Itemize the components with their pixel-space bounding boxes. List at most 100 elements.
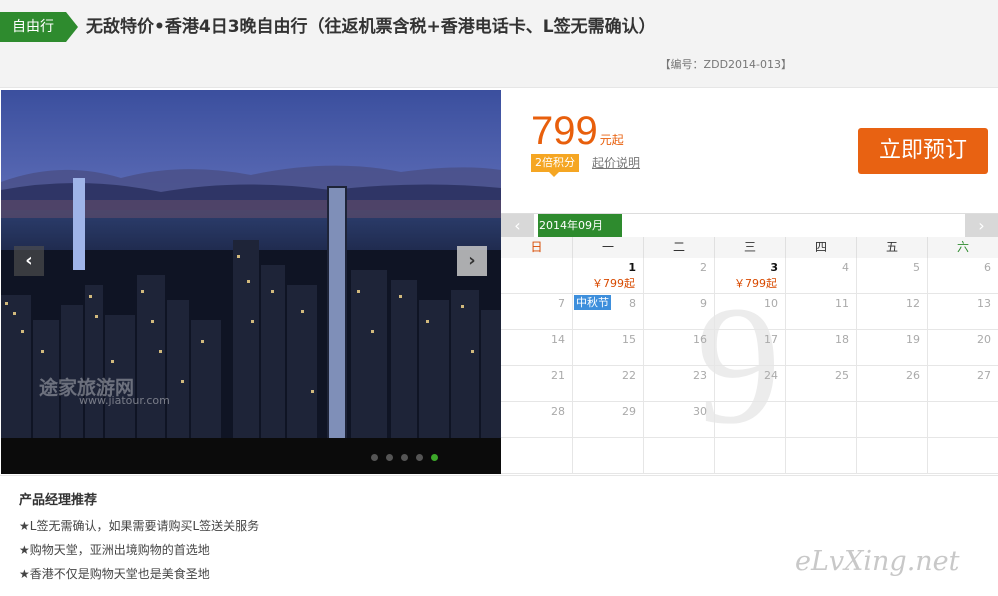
calendar-day: 14 [501, 330, 572, 366]
product-code: 【编号：ZDD2014-013】 [659, 58, 792, 71]
calendar-day: 20 [927, 330, 998, 366]
calendar-day-number: 2 [700, 261, 707, 274]
calendar-day-number: 19 [906, 333, 920, 346]
price-block: 799 元起 [531, 108, 624, 154]
gallery-dot-active[interactable] [431, 453, 438, 461]
gallery-dot[interactable] [401, 453, 408, 461]
calendar-day-number: 13 [977, 297, 991, 310]
weekday-label: 五 [856, 237, 927, 258]
calendar-empty-cell [785, 438, 856, 474]
calendar-day-price: ￥799起 [592, 277, 635, 290]
site-watermark: eLvXing.net [795, 546, 960, 577]
category-tag: 自由行 [0, 12, 78, 42]
calendar-day: 30 [643, 402, 714, 438]
calendar-day-number: 14 [551, 333, 565, 346]
calendar-day: 11 [785, 294, 856, 330]
calendar-day-number: 23 [693, 369, 707, 382]
calendar-day-number: 8 [629, 297, 636, 310]
gallery-pagination [371, 452, 438, 462]
calendar-day: 13 [927, 294, 998, 330]
calendar-day: 7 [501, 294, 572, 330]
weekday-label: 四 [785, 237, 856, 258]
calendar-day-number: 24 [764, 369, 778, 382]
recommendation-list: ★L签无需确认，如果需要请购买L签送关服务 ★购物天堂，亚洲出境购物的首选地 ★… [19, 514, 259, 586]
calendar-empty-cell [856, 402, 927, 438]
weekday-label: 六 [927, 237, 998, 258]
price-note-link[interactable]: 起价说明 [592, 154, 640, 171]
calendar-empty-cell [927, 438, 998, 474]
calendar-nav: ‹ 2014年09月 › [501, 213, 998, 237]
calendar-empty-cell [501, 258, 572, 294]
calendar-empty-cell [785, 402, 856, 438]
book-now-button[interactable]: 立即预订 [858, 128, 988, 174]
calendar-empty-cell [572, 438, 643, 474]
list-item: ★香港不仅是购物天堂也是美食圣地 [19, 567, 210, 581]
calendar-day-number: 30 [693, 405, 707, 418]
calendar-day: 8 中秋节 [572, 294, 643, 330]
calendar-day: 10 [714, 294, 785, 330]
booking-panel: 799 元起 2倍积分 起价说明 立即预订 ‹ 2014年09月 › 日 一 二… [501, 90, 998, 475]
gallery-dot[interactable] [416, 453, 423, 461]
calendar-month-tab[interactable]: 2014年09月 [538, 214, 622, 237]
calendar-day: 22 [572, 366, 643, 402]
calendar-day-number: 1 [628, 261, 636, 274]
calendar-day: 25 [785, 366, 856, 402]
calendar-day-number: 25 [835, 369, 849, 382]
calendar-day: 16 [643, 330, 714, 366]
weekday-label: 日 [530, 240, 543, 254]
calendar-day-number: 22 [622, 369, 636, 382]
calendar-prev-button[interactable]: ‹ [501, 214, 534, 237]
calendar-empty-cell [714, 402, 785, 438]
calendar-day-number: 15 [622, 333, 636, 346]
calendar-day: 19 [856, 330, 927, 366]
calendar-empty-cell [927, 402, 998, 438]
calendar-day-number: 5 [913, 261, 920, 274]
calendar-day: 23 [643, 366, 714, 402]
chevron-right-icon: › [978, 216, 985, 235]
gallery-next-button[interactable]: › [457, 246, 487, 276]
calendar-day: 15 [572, 330, 643, 366]
calendar-day: 29 [572, 402, 643, 438]
calendar-day-number: 20 [977, 333, 991, 346]
weekday-label: 一 [572, 237, 643, 258]
calendar-day: 24 [714, 366, 785, 402]
calendar-day-number: 10 [764, 297, 778, 310]
calendar-day: 9 [643, 294, 714, 330]
calendar-day-number: 26 [906, 369, 920, 382]
price-unit: 元起 [599, 133, 624, 147]
chevron-right-icon: › [468, 250, 476, 271]
calendar-empty-cell [856, 438, 927, 474]
list-item: ★L签无需确认，如果需要请购买L签送关服务 [19, 519, 260, 533]
calendar-day-number: 11 [835, 297, 849, 310]
calendar-day: 2 [643, 258, 714, 294]
calendar-weekday-header: 日 一 二 三 四 五 六 [501, 237, 998, 258]
calendar-empty-cell [714, 438, 785, 474]
gallery-prev-button[interactable]: ‹ [14, 246, 44, 276]
calendar-day: 18 [785, 330, 856, 366]
calendar-day: 4 [785, 258, 856, 294]
photo-watermark-url: www.jiatour.com [79, 394, 170, 407]
manager-recommendation: 产品经理推荐 ★L签无需确认，如果需要请购买L签送关服务 ★购物天堂，亚洲出境购… [0, 475, 998, 596]
calendar-day-number: 9 [700, 297, 707, 310]
calendar-day: 21 [501, 366, 572, 402]
calendar-day[interactable]: 1 ￥799起 [572, 258, 643, 294]
calendar-day: 6 [927, 258, 998, 294]
calendar-day-number: 17 [764, 333, 778, 346]
calendar-day[interactable]: 3 ￥799起 [714, 258, 785, 294]
product-title: 无敌特价•香港4日3晚自由行（往返机票含税+香港电话卡、L签无需确认） [86, 17, 656, 37]
calendar-day-price: ￥799起 [734, 277, 777, 290]
calendar-day-number: 7 [558, 297, 565, 310]
points-badge: 2倍积分 [531, 154, 579, 177]
calendar-empty-cell [643, 438, 714, 474]
hong-kong-night-photo [1, 90, 501, 474]
calendar-empty-cell [501, 438, 572, 474]
calendar-day-number: 29 [622, 405, 636, 418]
gallery-dot[interactable] [386, 453, 393, 461]
calendar-day: 26 [856, 366, 927, 402]
list-item: ★购物天堂，亚洲出境购物的首选地 [19, 543, 210, 557]
calendar-day-number: 21 [551, 369, 565, 382]
gallery-dot[interactable] [371, 453, 378, 461]
holiday-badge: 中秋节 [574, 295, 611, 310]
calendar-day-number: 28 [551, 405, 565, 418]
calendar-next-button[interactable]: › [965, 214, 998, 237]
